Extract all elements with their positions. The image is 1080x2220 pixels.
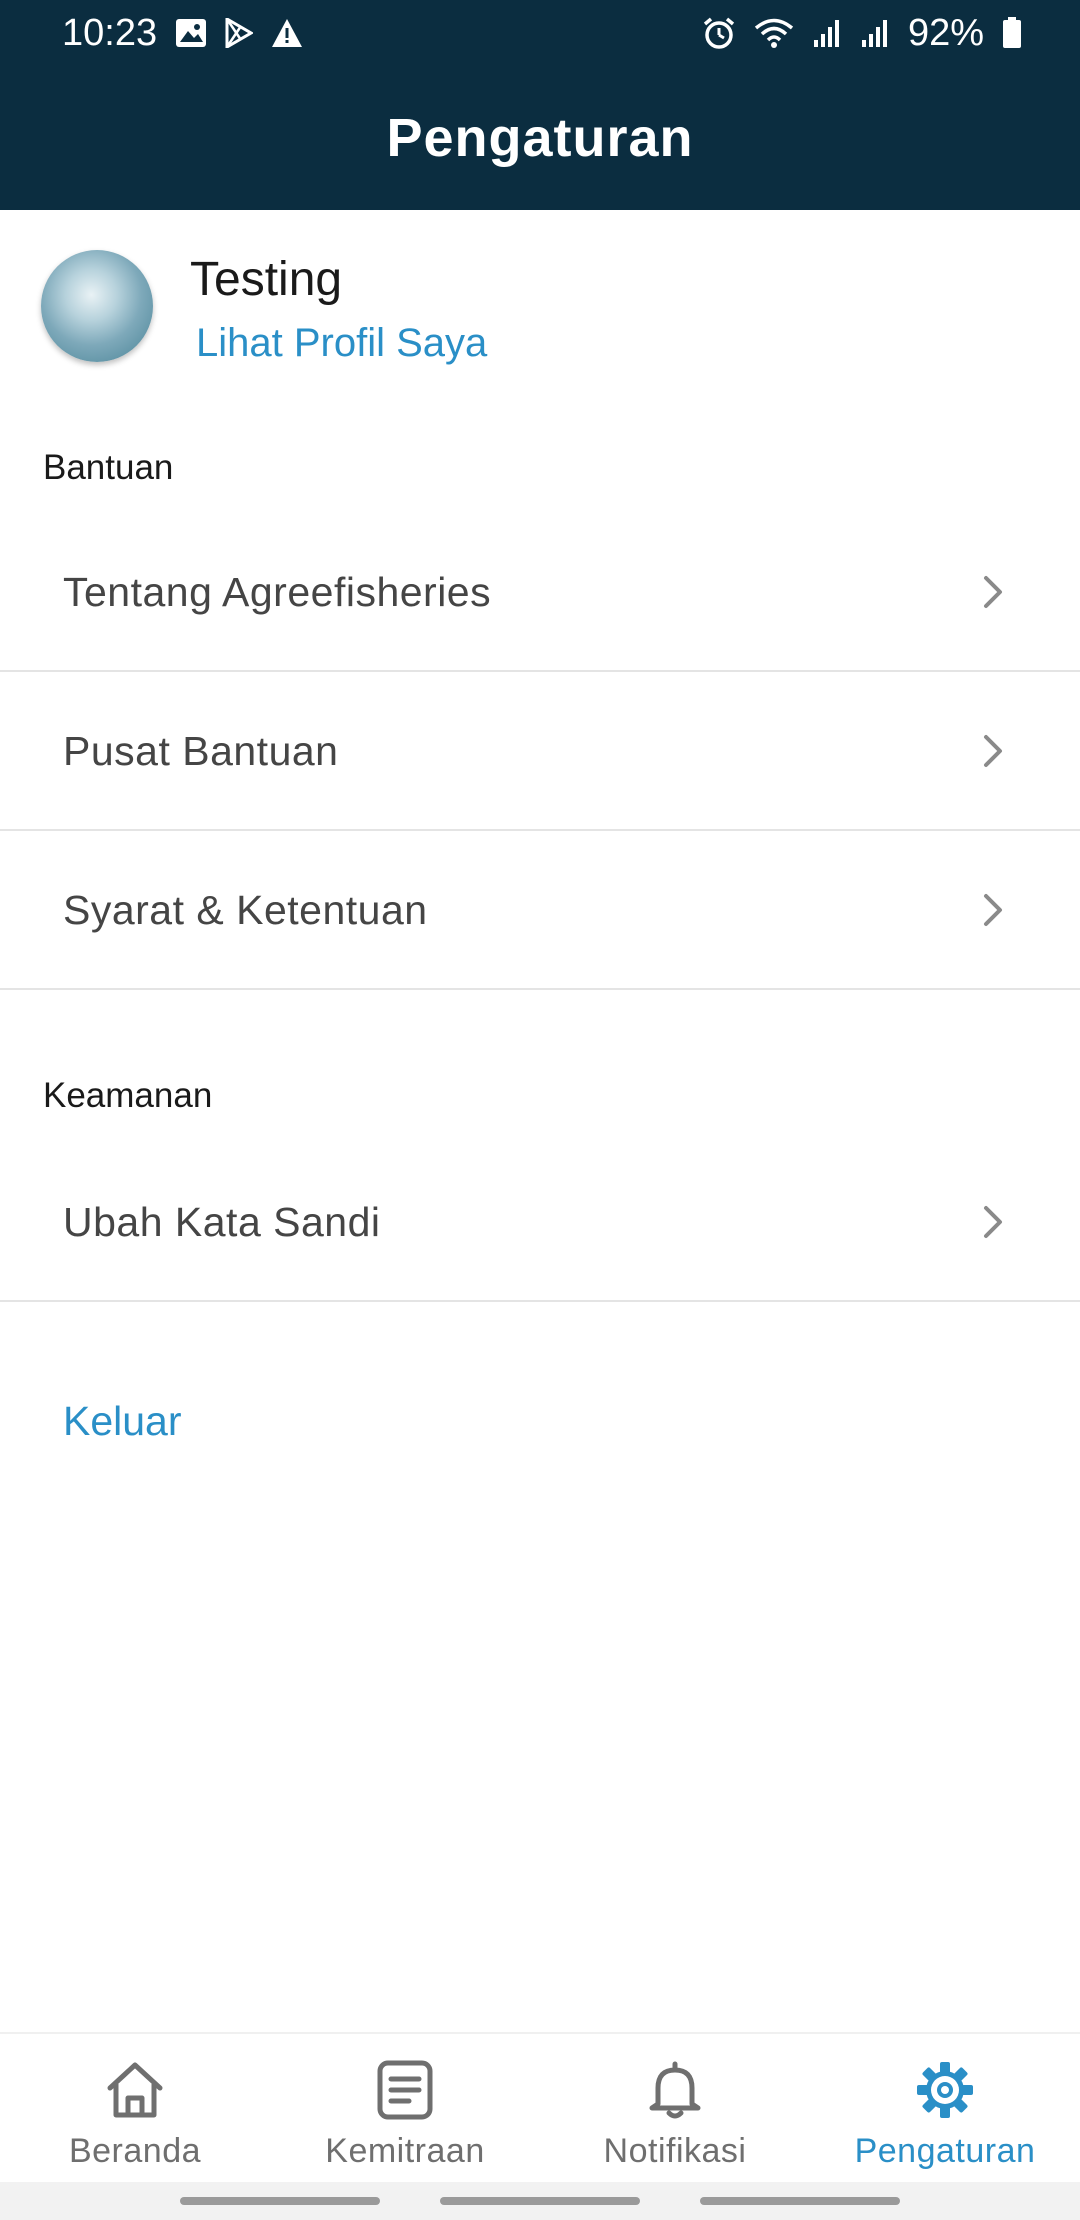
system-gesture-handle[interactable] [700, 2197, 900, 2205]
signal-icon [860, 18, 890, 48]
home-icon [103, 2058, 167, 2122]
menu-item-change-password[interactable]: Ubah Kata Sandi [0, 1144, 1080, 1302]
bottom-navigation: Beranda Kemitraan Notifikasi Pengaturan [0, 2032, 1080, 2182]
section-title-help: Bantuan [43, 448, 174, 487]
page-title: Pengaturan [386, 108, 694, 168]
menu-item-label: Pusat Bantuan [63, 727, 339, 774]
status-bar-left: 10:23 [62, 12, 303, 55]
menu-item-label: Syarat & Ketentuan [63, 886, 428, 933]
bell-icon [643, 2058, 707, 2122]
status-time: 10:23 [62, 11, 158, 54]
section-title-security: Keamanan [43, 1076, 213, 1115]
status-bar-right: 92% [702, 12, 1022, 55]
nav-item-home[interactable]: Beranda [0, 2034, 270, 2184]
menu-item-help-center[interactable]: Pusat Bantuan [0, 673, 1080, 831]
status-bar: 10:23 92% [0, 0, 1080, 66]
menu-item-label: Ubah Kata Sandi [63, 1198, 381, 1245]
image-icon [175, 18, 207, 48]
menu-item-about[interactable]: Tentang Agreefisheries [0, 514, 1080, 672]
system-gesture-handle[interactable] [180, 2197, 380, 2205]
logout-button[interactable]: Keluar [63, 1398, 182, 1445]
document-icon [373, 2058, 437, 2122]
alarm-icon [702, 17, 736, 49]
nav-label: Beranda [68, 2132, 202, 2170]
chevron-right-icon [978, 890, 1008, 930]
view-profile-link[interactable]: Lihat Profil Saya [196, 321, 487, 366]
nav-item-notifications[interactable]: Notifikasi [540, 2034, 810, 2184]
menu-item-terms[interactable]: Syarat & Ketentuan [0, 832, 1080, 990]
system-gesture-handle[interactable] [440, 2197, 640, 2205]
profile-name: Testing [190, 253, 343, 306]
nav-label: Notifikasi [603, 2132, 747, 2170]
avatar[interactable] [41, 250, 153, 362]
system-navigation-bar [0, 2182, 1080, 2220]
menu-item-label: Tentang Agreefisheries [63, 568, 492, 615]
warning-icon [271, 18, 303, 48]
nav-item-partnership[interactable]: Kemitraan [270, 2034, 540, 2184]
chevron-right-icon [978, 731, 1008, 771]
profile-section: Testing Lihat Profil Saya [0, 210, 1080, 400]
play-store-icon [225, 18, 254, 48]
gear-icon [913, 2058, 977, 2122]
chevron-right-icon [978, 1202, 1008, 1242]
nav-label: Kemitraan [325, 2132, 485, 2170]
battery-percentage: 92% [907, 11, 984, 54]
chevron-right-icon [978, 572, 1008, 612]
app-bar: Pengaturan [0, 66, 1080, 210]
signal-icon [812, 18, 842, 48]
wifi-icon [754, 17, 794, 49]
nav-item-settings[interactable]: Pengaturan [810, 2034, 1080, 2184]
battery-icon [1002, 17, 1022, 49]
nav-label: Pengaturan [854, 2132, 1036, 2170]
profile-text: Testing Lihat Profil Saya [190, 250, 487, 366]
